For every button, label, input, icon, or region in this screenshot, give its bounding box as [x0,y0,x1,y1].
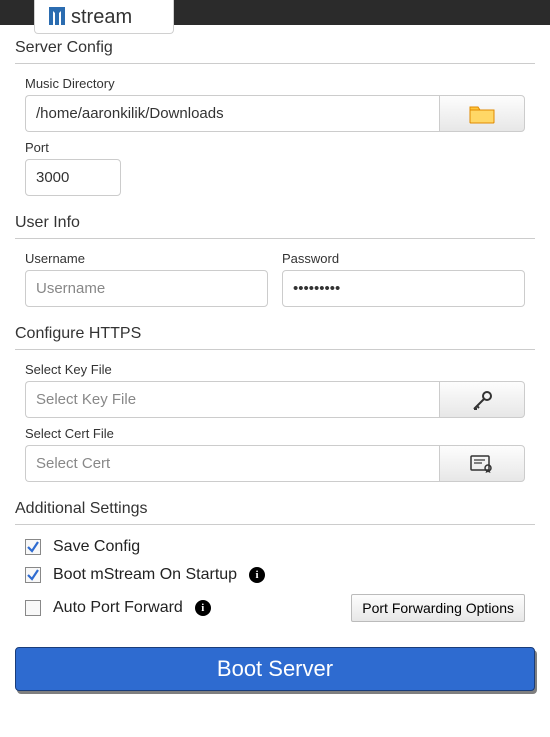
auto-port-forward-row: Auto Port Forward i Port Forwarding Opti… [0,589,550,627]
boot-server-button[interactable]: Boot Server [15,647,535,691]
divider [15,349,535,350]
configure-https-heading: Configure HTTPS [0,311,550,349]
divider [15,63,535,64]
password-input[interactable] [282,270,525,307]
save-config-label: Save Config [53,538,140,556]
auto-port-forward-label: Auto Port Forward [53,599,183,617]
music-dir-label: Music Directory [25,76,525,95]
music-dir-row: Music Directory [0,72,550,136]
user-info-heading: User Info [0,200,550,238]
key-icon [470,389,494,411]
check-icon [26,568,40,582]
port-label: Port [25,140,525,159]
boot-startup-row: Boot mStream On Startup i [0,561,550,589]
info-icon[interactable]: i [195,600,211,616]
boot-startup-checkbox[interactable] [25,567,41,583]
password-label: Password [282,251,525,270]
save-config-row: Save Config [0,533,550,561]
logo-tab: stream [34,0,174,34]
browse-key-button[interactable] [439,381,525,418]
certificate-icon [470,454,494,474]
save-config-checkbox[interactable] [25,539,41,555]
folder-icon [469,104,495,124]
mstream-logo-icon: stream [49,5,159,27]
divider [15,524,535,525]
port-forwarding-options-button[interactable]: Port Forwarding Options [351,594,525,622]
info-icon[interactable]: i [249,567,265,583]
top-bar: stream [0,0,550,25]
boot-container: Boot Server [0,627,550,731]
browse-folder-button[interactable] [439,95,525,132]
user-info-row: Username Password [0,247,550,311]
additional-settings-heading: Additional Settings [0,486,550,524]
check-icon [26,540,40,554]
key-file-label: Select Key File [25,362,525,381]
cert-file-label: Select Cert File [25,426,525,445]
boot-startup-label: Boot mStream On Startup [53,566,237,584]
port-row: Port [0,136,550,200]
browse-cert-button[interactable] [439,445,525,482]
username-label: Username [25,251,268,270]
logo-text: stream [71,6,132,27]
music-dir-input[interactable] [25,95,439,132]
cert-file-row: Select Cert File [0,422,550,486]
key-file-row: Select Key File [0,358,550,422]
port-input[interactable] [25,159,121,196]
key-file-input[interactable] [25,381,439,418]
divider [15,238,535,239]
cert-file-input[interactable] [25,445,439,482]
username-input[interactable] [25,270,268,307]
auto-port-forward-checkbox[interactable] [25,600,41,616]
